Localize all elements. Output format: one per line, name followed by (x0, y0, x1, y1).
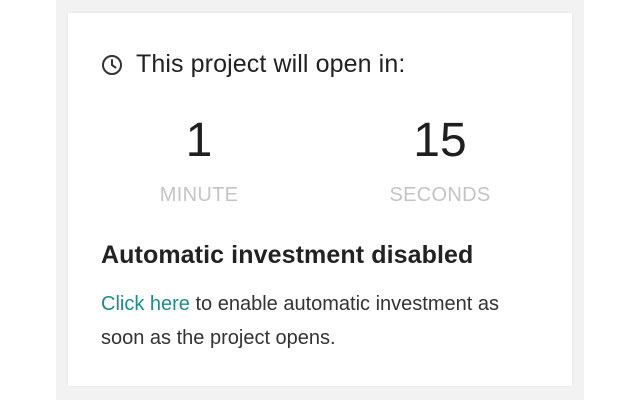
card-header: This project will open in: (101, 50, 405, 79)
status-message: Click here to enable automatic investmen… (101, 287, 541, 355)
countdown-seconds: 15 SECONDS (340, 113, 540, 207)
seconds-value: 15 (413, 114, 467, 167)
clock-icon (101, 54, 123, 76)
seconds-label: SECONDS (389, 184, 491, 206)
status-title: Automatic investment disabled (101, 241, 474, 269)
page-title: This project will open in: (136, 50, 406, 78)
enable-auto-invest-link[interactable]: Click here (101, 293, 190, 315)
countdown-minutes: 1 MINUTE (99, 113, 299, 207)
minutes-label: MINUTE (159, 184, 239, 206)
countdown-card: This project will open in: 1 MINUTE 15 S… (68, 13, 572, 386)
minutes-value: 1 (185, 114, 213, 167)
